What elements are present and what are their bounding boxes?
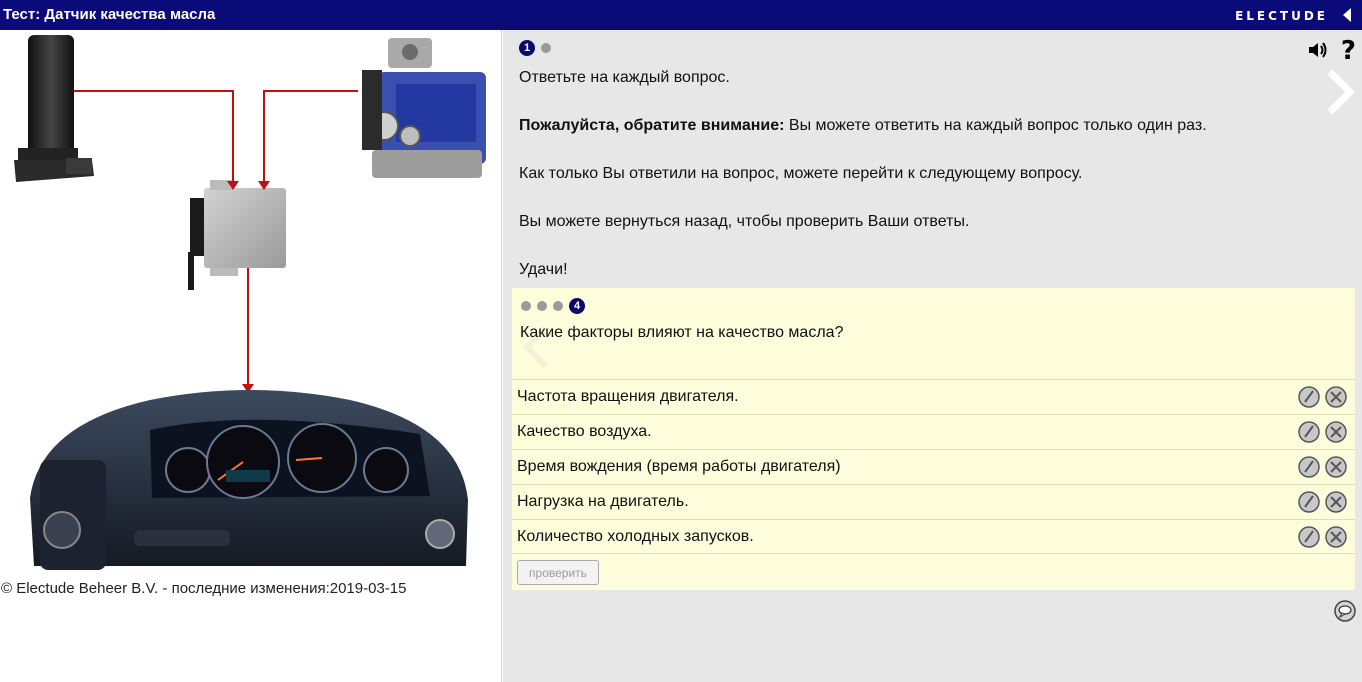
dashboard-image (30, 390, 468, 570)
answer-list: Частота вращения двигателя. Качество воз… (512, 379, 1355, 554)
answer-text: Качество воздуха. (517, 423, 652, 440)
answer-row: Время вождения (время работы двигателя) (512, 449, 1355, 484)
question-mark-icon[interactable]: ? (1341, 36, 1356, 66)
triangle-left-icon[interactable] (1342, 7, 1352, 23)
check-circle-icon[interactable] (1298, 491, 1320, 513)
cross-circle-icon[interactable] (1325, 491, 1347, 513)
instruction-line: Удачи! (519, 261, 568, 278)
answer-text: Нагрузка на двигатель. (517, 493, 689, 510)
instruction-note: Пожалуйста, обратите внимание: Вы можете… (519, 114, 1289, 138)
ecu-image (188, 180, 286, 290)
question-panel: 4 Какие факторы влияют на качество масла… (512, 288, 1355, 590)
note-text: Вы можете ответить на каждый вопрос толь… (784, 117, 1207, 134)
pager-dot-active[interactable]: 4 (569, 297, 585, 314)
oil-sensor-diagram (14, 35, 486, 570)
page-title: Тест: Датчик качества масла (3, 6, 216, 23)
oil-quality-sensor-image (14, 35, 94, 182)
note-label: Пожалуйста, обратите внимание: (519, 117, 785, 134)
copyright-text: © Electude Beheer B.V. - последние измен… (1, 580, 407, 597)
answer-row: Качество воздуха. (512, 414, 1355, 449)
brand-logo: ELECTUDE (1235, 9, 1328, 23)
answer-text: Количество холодных запусков. (517, 528, 754, 545)
answer-row: Количество холодных запусков. (512, 519, 1355, 554)
answer-row: Нагрузка на двигатель. (512, 484, 1355, 519)
title-bar: Тест: Датчик качества масла ELECTUDE (0, 0, 1362, 30)
chevron-right-icon[interactable] (1322, 68, 1356, 116)
cross-circle-icon[interactable] (1325, 421, 1347, 443)
pager-dot[interactable] (537, 300, 547, 311)
cross-circle-icon[interactable] (1325, 456, 1347, 478)
speech-bubble-icon[interactable] (1334, 600, 1356, 622)
engine-image (362, 38, 486, 178)
instructions: Ответьте на каждый вопрос. Пожалуйста, о… (519, 66, 1289, 306)
instruction-line: Вы можете вернуться назад, чтобы провери… (519, 213, 970, 230)
answer-row: Частота вращения двигателя. (512, 379, 1355, 414)
answer-text: Время вождения (время работы двигателя) (517, 458, 841, 475)
cross-circle-icon[interactable] (1325, 526, 1347, 548)
question-text: Какие факторы влияют на качество масла? (520, 324, 844, 341)
check-circle-icon[interactable] (1298, 421, 1320, 443)
intro-pager: 1 (519, 39, 557, 57)
check-circle-icon[interactable] (1298, 386, 1320, 408)
diagram-panel: © Electude Beheer B.V. - последние измен… (0, 30, 502, 682)
pager-dot[interactable] (521, 300, 531, 311)
check-circle-icon[interactable] (1298, 456, 1320, 478)
pager-dot[interactable] (553, 300, 563, 311)
pager-dot-active[interactable]: 1 (519, 39, 535, 56)
instruction-line: Как только Вы ответили на вопрос, можете… (519, 165, 1083, 182)
answer-text: Частота вращения двигателя. (517, 388, 739, 405)
speaker-icon[interactable] (1308, 41, 1328, 59)
check-button[interactable]: проверить (517, 560, 599, 585)
pager-dot[interactable] (541, 42, 551, 53)
question-area: 1 ? Ответьте на каждый вопрос. Пожалуйст… (503, 30, 1362, 682)
cross-circle-icon[interactable] (1325, 386, 1347, 408)
check-circle-icon[interactable] (1298, 526, 1320, 548)
question-pager: 4 (521, 297, 591, 315)
instruction-line: Ответьте на каждый вопрос. (519, 69, 730, 86)
